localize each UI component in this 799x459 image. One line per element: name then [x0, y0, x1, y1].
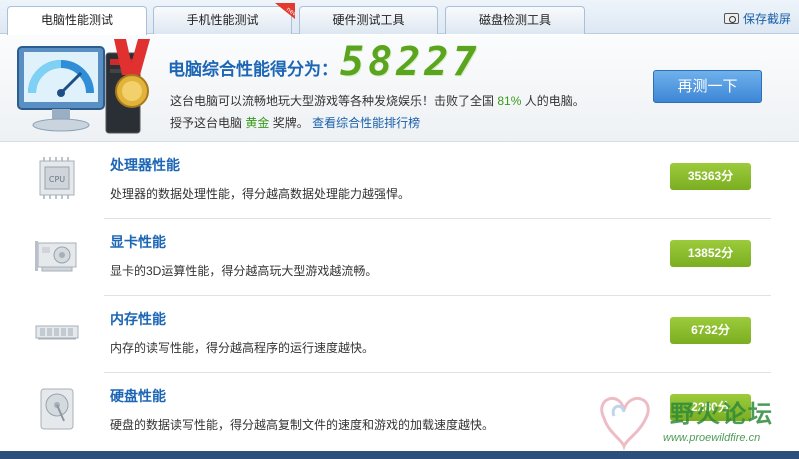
new-badge-icon: new [275, 3, 295, 19]
svg-text:CPU: CPU [49, 175, 65, 184]
performance-description: 这台电脑可以流畅地玩大型游戏等各种发烧娱乐！击败了全国 81% 人的电脑。 [170, 92, 585, 109]
tab-label: 磁盘检测工具 [478, 13, 551, 27]
score-badge: 35363分 [670, 163, 751, 190]
tab-bar: 电脑性能测试 手机性能测试 new 硬件测试工具 磁盘检测工具 保存截屏 [0, 0, 799, 35]
row-description: 处理器的数据处理性能，得分越高数据处理能力越强悍。 [110, 187, 411, 201]
computer-medal-icon [17, 39, 150, 134]
tab-label: 手机性能测试 [186, 13, 259, 27]
save-screenshot-button[interactable]: 保存截屏 [723, 10, 791, 27]
medal-prefix: 授予这台电脑 [170, 116, 243, 130]
cpu-icon: CPU [39, 157, 75, 199]
row-title: 硬盘性能 [110, 388, 166, 404]
score-badge: 13852分 [670, 240, 751, 267]
tab-hardware-tools[interactable]: 硬件测试工具 [299, 6, 438, 34]
medal-suffix: 奖牌。 [272, 116, 309, 130]
tab-phone-performance[interactable]: 手机性能测试 new [153, 3, 295, 34]
graphics-card-icon [35, 241, 77, 272]
beat-percent: 81% [497, 94, 522, 108]
retest-button[interactable]: 再测一下 [653, 70, 762, 103]
watermark-name: 野火论坛 [670, 401, 774, 428]
row-description: 内存的读写性能，得分越高程序的运行速度越快。 [110, 341, 375, 355]
ranking-link[interactable]: 查看综合性能排行榜 [312, 116, 420, 130]
hard-disk-icon [40, 388, 74, 430]
medal-type: 黄金 [245, 116, 270, 130]
tab-pc-performance[interactable]: 电脑性能测试 [7, 6, 147, 35]
memory-row: 内存性能 内存的读写性能，得分越高程序的运行速度越快。 6732分 [0, 296, 799, 373]
row-title: 处理器性能 [110, 157, 180, 173]
graphics-row: 显卡性能 显卡的3D运算性能，得分越高玩大型游戏越流畅。 13852分 [0, 219, 799, 296]
tab-label: 硬件测试工具 [332, 13, 405, 27]
medal-line: 授予这台电脑 黄金 奖牌。 查看综合性能排行榜 [170, 114, 420, 131]
summary-panel: 电脑综合性能得分为： 58227 这台电脑可以流畅地玩大型游戏等各种发烧娱乐！击… [0, 35, 799, 142]
overall-score: 58227 [340, 39, 481, 85]
tab-label: 电脑性能测试 [40, 13, 113, 27]
row-title: 显卡性能 [110, 234, 166, 250]
tab-disk-tools[interactable]: 磁盘检测工具 [445, 6, 585, 34]
score-badge: 6732分 [670, 317, 751, 344]
status-bar [0, 451, 799, 459]
camera-icon [723, 13, 739, 24]
description-suffix: 人的电脑。 [524, 94, 585, 108]
memory-icon [35, 325, 79, 340]
description-prefix: 这台电脑可以流畅地玩大型游戏等各种发烧娱乐！击败了全国 [170, 94, 495, 108]
watermark-url: www.proewildfire.cn [663, 432, 761, 444]
row-description: 硬盘的数据读写性能，得分越高复制文件的速度和游戏的加载速度越快。 [110, 418, 495, 432]
row-description: 显卡的3D运算性能，得分越高玩大型游戏越流畅。 [110, 264, 378, 278]
cpu-row: CPU 处理器性能 处理器的数据处理性能，得分越高数据处理能力越强悍。 3536… [0, 142, 799, 219]
score-label: 电脑综合性能得分为： [168, 60, 338, 79]
save-screenshot-label: 保存截屏 [742, 12, 791, 26]
row-title: 内存性能 [110, 311, 166, 327]
